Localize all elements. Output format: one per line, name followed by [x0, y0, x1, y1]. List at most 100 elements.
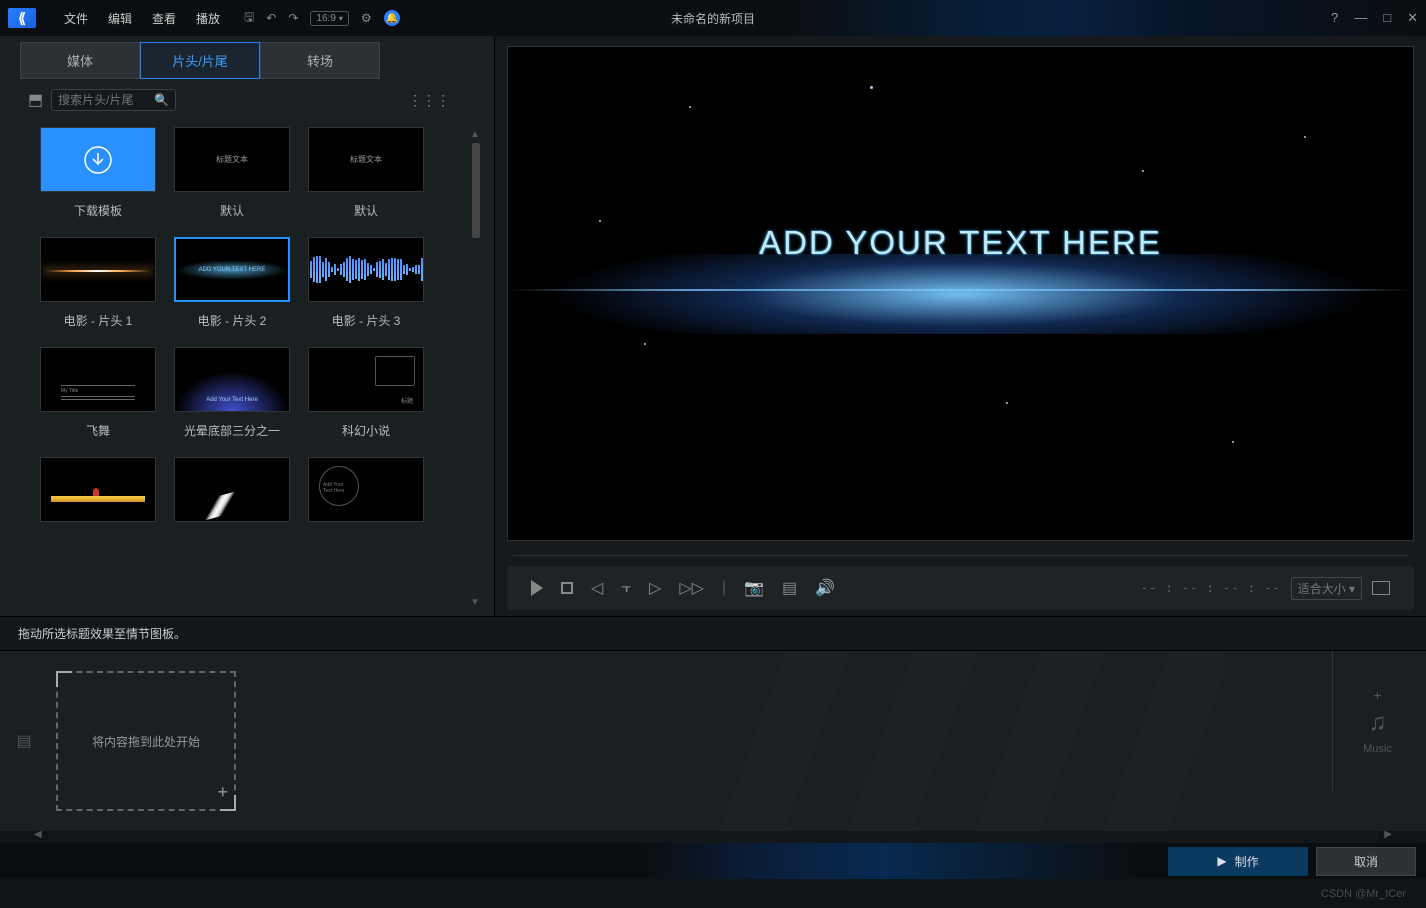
toolbar: 🖫 ↶ ↷ 16:9 ⚙ 🔔	[244, 8, 400, 29]
storyboard-drop-target[interactable]: 将内容拖到此处开始 +	[56, 671, 236, 811]
menu-view[interactable]: 查看	[144, 6, 184, 31]
template-card[interactable]: Add Your Text Here 光晕底部三分之一	[172, 347, 292, 439]
template-thumb: Add Your Text Here	[174, 347, 290, 412]
music-label: Music	[1363, 743, 1392, 755]
redo-icon[interactable]: ↷	[288, 11, 298, 25]
music-note-icon: ♫	[1369, 709, 1387, 737]
preview-panel: ADD YOUR TEXT HERE ◁ ⫟ ▷ ▷▷ | 📷 ▤ 🔊 -- :…	[495, 36, 1426, 616]
template-label: 电影 - 片头 1	[64, 312, 133, 329]
grid-view-icon[interactable]: ⋮⋮⋮	[408, 92, 450, 109]
menu-play[interactable]: 播放	[188, 6, 228, 31]
app-logo: ⟪	[8, 8, 36, 28]
template-card[interactable]: 标题科幻小说	[306, 347, 426, 439]
template-card[interactable]: 下载模板	[38, 127, 158, 219]
library-scrollbar[interactable]	[470, 129, 482, 608]
cancel-button[interactable]: 取消	[1316, 847, 1416, 876]
menu-file[interactable]: 文件	[56, 6, 96, 31]
window-controls: ? — □ ✕	[1331, 10, 1418, 26]
watermark: CSDN @Mr_ICer	[1321, 888, 1406, 900]
template-thumb	[174, 457, 290, 522]
template-thumb: 标题文本	[308, 127, 424, 192]
template-thumb	[308, 237, 424, 302]
fast-forward-button[interactable]: ▷▷	[679, 578, 704, 598]
template-thumb: 标题	[308, 347, 424, 412]
titlebar: ⟪ 文件 编辑 查看 播放 🖫 ↶ ↷ 16:9 ⚙ 🔔 未命名的新项目 ? —…	[0, 0, 1426, 36]
search-box: 🔍	[51, 89, 176, 111]
template-label: 默认	[354, 202, 378, 219]
template-card[interactable]: 电影 - 片头 3	[306, 237, 426, 329]
project-title: 未命名的新项目	[671, 10, 755, 27]
preview-viewport: ADD YOUR TEXT HERE	[507, 46, 1414, 541]
plus-icon: +	[1373, 687, 1381, 703]
template-card[interactable]	[38, 457, 158, 532]
undo-icon[interactable]: ↶	[266, 11, 276, 25]
tab-media[interactable]: 媒体	[20, 42, 140, 79]
template-label: 下载模板	[74, 202, 122, 219]
preview-glow	[508, 254, 1413, 334]
help-icon[interactable]: ?	[1331, 10, 1338, 26]
menu-edit[interactable]: 编辑	[100, 6, 140, 31]
produce-button[interactable]: ▶ 制作	[1168, 847, 1308, 876]
template-card[interactable]: 标题文本默认	[306, 127, 426, 219]
template-grid-wrap: 下载模板标题文本默认标题文本默认电影 - 片头 1ADD YOUR TEXT H…	[0, 121, 494, 616]
aspect-ratio-selector[interactable]: 16:9	[310, 11, 348, 26]
template-thumb	[40, 457, 156, 522]
template-label: 光晕底部三分之一	[184, 422, 280, 439]
template-card[interactable]	[172, 457, 292, 532]
fullscreen-icon[interactable]	[1372, 581, 1390, 595]
template-thumb	[40, 237, 156, 302]
tab-titles[interactable]: 片头/片尾	[140, 42, 260, 79]
template-label: 默认	[220, 202, 244, 219]
zoom-fit-selector[interactable]: 适合大小 ▾	[1291, 577, 1362, 600]
import-icon[interactable]: ⬒	[28, 90, 43, 110]
play-button[interactable]	[531, 580, 543, 596]
stop-button[interactable]	[561, 582, 573, 594]
marker-button[interactable]: ⫟	[621, 579, 631, 597]
caption-button[interactable]: ▤	[782, 578, 797, 598]
drop-hint-label: 将内容拖到此处开始	[92, 733, 200, 750]
tab-transitions[interactable]: 转场	[260, 42, 380, 79]
preview-divider	[513, 555, 1408, 556]
main-area: 媒体 片头/片尾 转场 ⬒ 🔍 ⋮⋮⋮ 下载模板标题文本默认标题文本默认电影 -…	[0, 36, 1426, 616]
prev-frame-button[interactable]: ◁	[591, 578, 603, 598]
template-card[interactable]: 电影 - 片头 1	[38, 237, 158, 329]
next-frame-button[interactable]: ▷	[649, 578, 661, 598]
export-icon: ▶	[1217, 854, 1226, 868]
template-label: 科幻小说	[342, 422, 390, 439]
maximize-icon[interactable]: □	[1383, 10, 1391, 26]
close-icon[interactable]: ✕	[1407, 10, 1418, 26]
bottom-action-bar: ▶ 制作 取消	[0, 843, 1426, 879]
search-row: ⬒ 🔍 ⋮⋮⋮	[0, 79, 494, 121]
template-thumb: 标题文本	[174, 127, 290, 192]
preview-title-text: ADD YOUR TEXT HERE	[508, 224, 1413, 262]
template-card[interactable]: ADD YOUR TEXT HERE电影 - 片头 2	[172, 237, 292, 329]
separator: |	[722, 579, 726, 597]
template-card[interactable]: Add YourText Here	[306, 457, 426, 532]
template-grid: 下载模板标题文本默认标题文本默认电影 - 片头 1ADD YOUR TEXT H…	[38, 127, 456, 532]
settings-icon[interactable]: ⚙	[361, 11, 372, 25]
template-thumb: My Title	[40, 347, 156, 412]
search-icon[interactable]: 🔍	[154, 93, 169, 107]
notifications-icon[interactable]: 🔔	[384, 10, 400, 26]
storyboard: ▤ 将内容拖到此处开始 + + ♫ Music	[0, 651, 1426, 831]
template-card[interactable]: My Title 飞舞	[38, 347, 158, 439]
storyboard-track[interactable]: 将内容拖到此处开始 +	[48, 651, 1332, 831]
scrollbar-thumb[interactable]	[472, 143, 480, 238]
storyboard-h-scrollbar[interactable]	[48, 831, 1378, 843]
template-thumb: Add YourText Here	[308, 457, 424, 522]
plus-icon: +	[217, 782, 228, 803]
template-card[interactable]: 标题文本默认	[172, 127, 292, 219]
template-label: 电影 - 片头 3	[332, 312, 401, 329]
save-icon[interactable]: 🖫	[244, 8, 254, 29]
library-panel: 媒体 片头/片尾 转场 ⬒ 🔍 ⋮⋮⋮ 下载模板标题文本默认标题文本默认电影 -…	[0, 36, 495, 616]
volume-button[interactable]: 🔊	[815, 578, 835, 598]
hint-bar: 拖动所选标题效果至情节图板。	[0, 616, 1426, 651]
template-label: 飞舞	[86, 422, 110, 439]
storyboard-leftstrip: ▤	[0, 651, 48, 831]
search-input[interactable]	[58, 93, 150, 107]
storyboard-bg-pattern	[722, 651, 1222, 831]
menubar: 文件 编辑 查看 播放	[56, 6, 228, 31]
minimize-icon[interactable]: —	[1354, 10, 1367, 26]
snapshot-button[interactable]: 📷	[744, 578, 764, 598]
music-drop-target[interactable]: + ♫ Music	[1332, 651, 1422, 791]
